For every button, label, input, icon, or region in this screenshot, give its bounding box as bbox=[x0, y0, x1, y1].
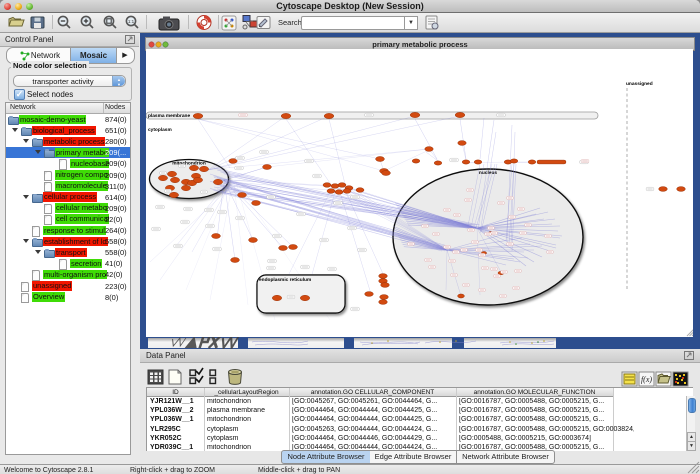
svg-text:mitochondrion: mitochondrion bbox=[172, 161, 206, 167]
svg-text:plasma membrane: plasma membrane bbox=[148, 113, 190, 119]
svg-text:1:1: 1:1 bbox=[128, 19, 135, 24]
svg-text:endoplasmic reticulum: endoplasmic reticulum bbox=[259, 277, 311, 283]
svg-text:f(x): f(x) bbox=[641, 375, 652, 384]
svg-text:cytoplasm: cytoplasm bbox=[148, 127, 172, 133]
svg-text:unassigned: unassigned bbox=[626, 81, 653, 87]
